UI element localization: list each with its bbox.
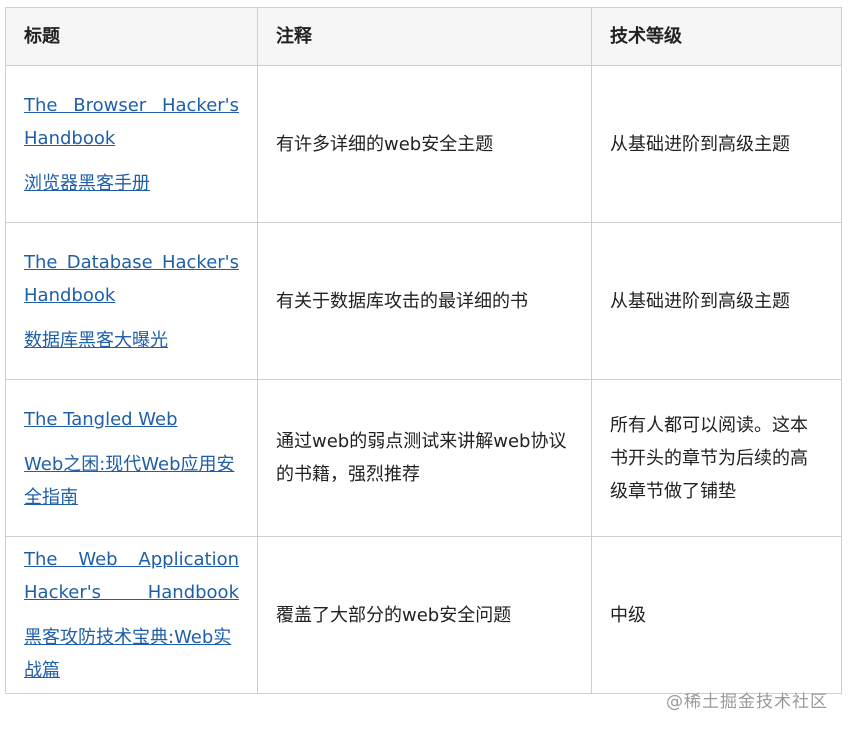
- table-row: The Browser Hacker's Handbook 浏览器黑客手册 有许…: [5, 65, 842, 223]
- level-cell: 从基础进阶到高级主题: [591, 65, 842, 223]
- header-row: 标题 注释 技术等级: [5, 7, 842, 66]
- header-note: 注释: [257, 7, 592, 66]
- header-title: 标题: [5, 7, 258, 66]
- note-cell: 有关于数据库攻击的最详细的书: [257, 222, 592, 380]
- table-row: The Web Application Hacker's Handbook 黑客…: [5, 536, 842, 694]
- note-cell: 通过web的弱点测试来讲解web协议的书籍，强烈推荐: [257, 379, 592, 537]
- title-cell: The Database Hacker's Handbook 数据库黑客大曝光: [5, 222, 258, 380]
- book-link-en[interactable]: The Browser Hacker's Handbook: [24, 89, 239, 155]
- table-row: The Database Hacker's Handbook 数据库黑客大曝光 …: [5, 222, 842, 380]
- watermark: @稀土掘金技术社区: [666, 692, 828, 712]
- book-link-cn[interactable]: 浏览器黑客手册: [24, 167, 239, 200]
- header-level: 技术等级: [591, 7, 842, 66]
- book-link-en[interactable]: The Database Hacker's Handbook: [24, 246, 239, 312]
- note-cell: 覆盖了大部分的web安全问题: [257, 536, 592, 694]
- book-link-cn[interactable]: Web之困:现代Web应用安全指南: [24, 448, 239, 514]
- table-row: The Tangled Web Web之困:现代Web应用安全指南 通过web的…: [5, 379, 842, 537]
- title-cell: The Web Application Hacker's Handbook 黑客…: [5, 536, 258, 694]
- level-cell: 所有人都可以阅读。这本书开头的章节为后续的高级章节做了铺垫: [591, 379, 842, 537]
- title-cell: The Tangled Web Web之困:现代Web应用安全指南: [5, 379, 258, 537]
- book-link-cn[interactable]: 黑客攻防技术宝典:Web实战篇: [24, 621, 239, 687]
- books-table: 标题 注释 技术等级 The Browser Hacker's Handbook…: [5, 7, 842, 694]
- note-cell: 有许多详细的web安全主题: [257, 65, 592, 223]
- book-link-en[interactable]: The Tangled Web: [24, 403, 239, 436]
- book-link-en[interactable]: The Web Application Hacker's Handbook: [24, 543, 239, 609]
- title-cell: The Browser Hacker's Handbook 浏览器黑客手册: [5, 65, 258, 223]
- level-cell: 从基础进阶到高级主题: [591, 222, 842, 380]
- book-link-cn[interactable]: 数据库黑客大曝光: [24, 324, 239, 357]
- level-cell: 中级: [591, 536, 842, 694]
